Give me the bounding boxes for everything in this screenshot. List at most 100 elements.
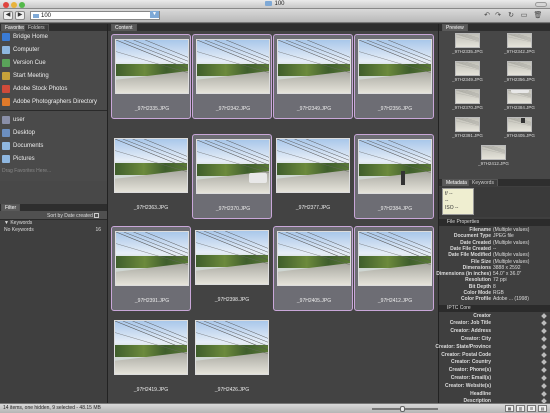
edit-pencil-icon[interactable] xyxy=(541,328,547,335)
iptc-row[interactable]: Creator: Phone(s) xyxy=(439,367,550,374)
path-dropdown-icon[interactable]: ▼ xyxy=(150,11,159,18)
preview-item[interactable]: _97H2412.JPG xyxy=(478,145,509,167)
thumbnail-item[interactable]: _97H2398.JPG xyxy=(192,226,272,311)
iptc-row[interactable]: Creator: Email(s) xyxy=(439,375,550,382)
thumbnail-item[interactable]: _97H2426.JPG xyxy=(192,316,272,401)
drag-favorites-hint: Drag Favorites Here... xyxy=(2,168,52,174)
bridge-icon xyxy=(2,33,10,41)
sidebar-item-version-cue[interactable]: Version Cue xyxy=(0,58,107,68)
no-keywords-filter[interactable]: No Keywords 16 xyxy=(0,227,107,234)
toolbar-toggle-button[interactable] xyxy=(535,2,547,7)
rotate-left-icon[interactable]: ↶ xyxy=(482,11,492,20)
preview-image xyxy=(455,117,480,132)
edit-pencil-icon[interactable] xyxy=(541,382,547,389)
thumbnail-item[interactable]: _97H2370.JPG xyxy=(192,134,272,219)
edit-pencil-icon[interactable] xyxy=(541,367,547,374)
preview-item[interactable]: _97H2342.JPG xyxy=(504,33,535,55)
edit-pencil-icon[interactable] xyxy=(541,320,547,327)
iptc-row[interactable]: Creator: City xyxy=(439,336,550,343)
photo-thumbnail xyxy=(115,231,189,286)
rotate-right-icon[interactable]: ↷ xyxy=(493,11,503,20)
thumbnail-size-slider[interactable] xyxy=(372,406,438,412)
preview-item[interactable]: _97H2405.JPG xyxy=(504,117,535,139)
sidebar-item-stock-photos[interactable]: Adobe Stock Photos xyxy=(0,84,107,94)
tab-preview[interactable]: Preview xyxy=(442,24,468,31)
thumbnail-item[interactable]: _97H2419.JPG xyxy=(111,316,191,401)
preview-filename: _97H2349.JPG xyxy=(452,77,483,82)
iptc-row[interactable]: Creator: State/Province xyxy=(435,343,550,351)
preview-tabs: Preview xyxy=(439,24,550,31)
metadata-section-header[interactable]: File Properties xyxy=(439,219,550,226)
back-button[interactable]: ◀ xyxy=(3,11,13,20)
iptc-row[interactable]: Creator: Website(s) xyxy=(439,383,550,390)
trash-icon[interactable]: 🗑 xyxy=(533,11,543,20)
preview-image xyxy=(481,145,506,160)
thumbnail-item[interactable]: _97H2349.JPG xyxy=(273,34,353,119)
thumbnail-item[interactable]: _97H2377.JPG xyxy=(273,134,353,219)
preview-filename: _97H2342.JPG xyxy=(504,49,535,54)
thumbnail-item[interactable]: _97H2405.JPG xyxy=(273,226,353,311)
thumbnail-filename: _97H2349.JPG xyxy=(296,106,332,112)
sidebar-item-start-meeting[interactable]: Start Meeting xyxy=(0,71,107,81)
edit-pencil-icon[interactable] xyxy=(541,336,547,342)
edit-pencil-icon[interactable] xyxy=(541,312,547,319)
slider-knob[interactable] xyxy=(400,406,405,412)
iptc-row[interactable]: Creator: Country xyxy=(439,359,550,366)
sidebar-item-bridge-home[interactable]: Bridge Home xyxy=(0,32,107,42)
edit-pencil-icon[interactable] xyxy=(541,343,547,350)
view-versions-button[interactable]: ▤ xyxy=(538,405,547,412)
sidebar-item-photographers-directory[interactable]: Adobe Photographers Directory xyxy=(0,97,107,107)
sidebar-item-desktop[interactable]: Desktop xyxy=(0,128,107,138)
edit-pencil-icon[interactable] xyxy=(541,359,547,366)
keywords-header[interactable]: ▼ Keywords xyxy=(0,220,107,227)
thumbnail-item[interactable]: _97H2342.JPG xyxy=(192,34,272,119)
sidebar-item-computer[interactable]: Computer xyxy=(0,45,107,55)
preview-item[interactable]: _97H2356.JPG xyxy=(504,61,535,83)
preview-item[interactable]: _97H2349.JPG xyxy=(452,61,483,83)
view-thumbnails-button[interactable]: ▦ xyxy=(505,405,514,412)
camera-data: f/ -- -- ISO -- xyxy=(439,187,550,217)
thumbnail-item[interactable]: _97H2384.JPG xyxy=(354,134,434,219)
preview-item[interactable]: _97H2391.JPG xyxy=(452,117,483,139)
iptc-row[interactable]: Creator: Address xyxy=(439,328,550,335)
tab-keywords[interactable]: Keywords xyxy=(468,179,498,186)
sidebar-item-user[interactable]: user xyxy=(0,115,107,125)
edit-pencil-icon[interactable] xyxy=(541,351,547,358)
metadata-section-header[interactable]: IPTC Core xyxy=(439,304,550,312)
tab-metadata[interactable]: Metadata xyxy=(442,179,471,186)
filter-checkbox[interactable] xyxy=(94,213,99,218)
edit-pencil-icon[interactable] xyxy=(541,390,547,397)
preview-item[interactable]: _97H2370.JPG xyxy=(452,89,483,111)
iptc-row[interactable]: Headline xyxy=(439,391,550,398)
tab-folders[interactable]: Folders xyxy=(24,24,49,31)
sort-dropdown[interactable]: Sort by Date created xyxy=(47,213,93,219)
thumbnail-item[interactable]: _97H2391.JPG xyxy=(111,226,191,311)
photo-thumbnail xyxy=(358,231,432,286)
thumbnail-item[interactable]: _97H2356.JPG xyxy=(354,34,434,119)
thumbnail-item[interactable]: _97H2335.JPG xyxy=(111,34,191,119)
metadata-key: Headline xyxy=(470,390,491,397)
tab-content[interactable]: Content xyxy=(111,24,137,31)
preview-item[interactable]: _97H2335.JPG xyxy=(452,33,483,55)
sidebar-item-pictures[interactable]: Pictures xyxy=(0,154,107,164)
iptc-row[interactable]: Creator: Postal Code xyxy=(439,352,550,359)
sidebar-item-documents[interactable]: Documents xyxy=(0,141,107,151)
thumbnail-filename: _97H2412.JPG xyxy=(377,298,413,304)
tab-filter[interactable]: Filter xyxy=(1,204,21,211)
thumbnail-item[interactable]: _97H2363.JPG xyxy=(111,134,191,219)
view-details-button[interactable]: ☰ xyxy=(527,405,536,412)
path-field[interactable]: 100 xyxy=(30,11,160,20)
metadata-key: Creator: Phone(s) xyxy=(448,367,491,374)
forward-button[interactable]: ▶ xyxy=(15,11,25,20)
pictures-icon xyxy=(2,155,10,163)
view-filmstrip-button[interactable]: ▥ xyxy=(516,405,525,412)
photo-thumbnail xyxy=(277,39,351,94)
new-folder-icon[interactable]: ▭ xyxy=(519,11,529,20)
iptc-row[interactable]: Creator: Job Title xyxy=(439,320,550,327)
iptc-row[interactable]: Creator xyxy=(439,313,550,320)
thumbnail-item[interactable]: _97H2412.JPG xyxy=(354,226,434,311)
content-tabs: Content xyxy=(108,24,438,31)
preview-item[interactable]: _97H2384.JPG xyxy=(504,89,535,111)
edit-pencil-icon[interactable] xyxy=(541,375,547,381)
refresh-icon[interactable]: ↻ xyxy=(506,11,516,20)
